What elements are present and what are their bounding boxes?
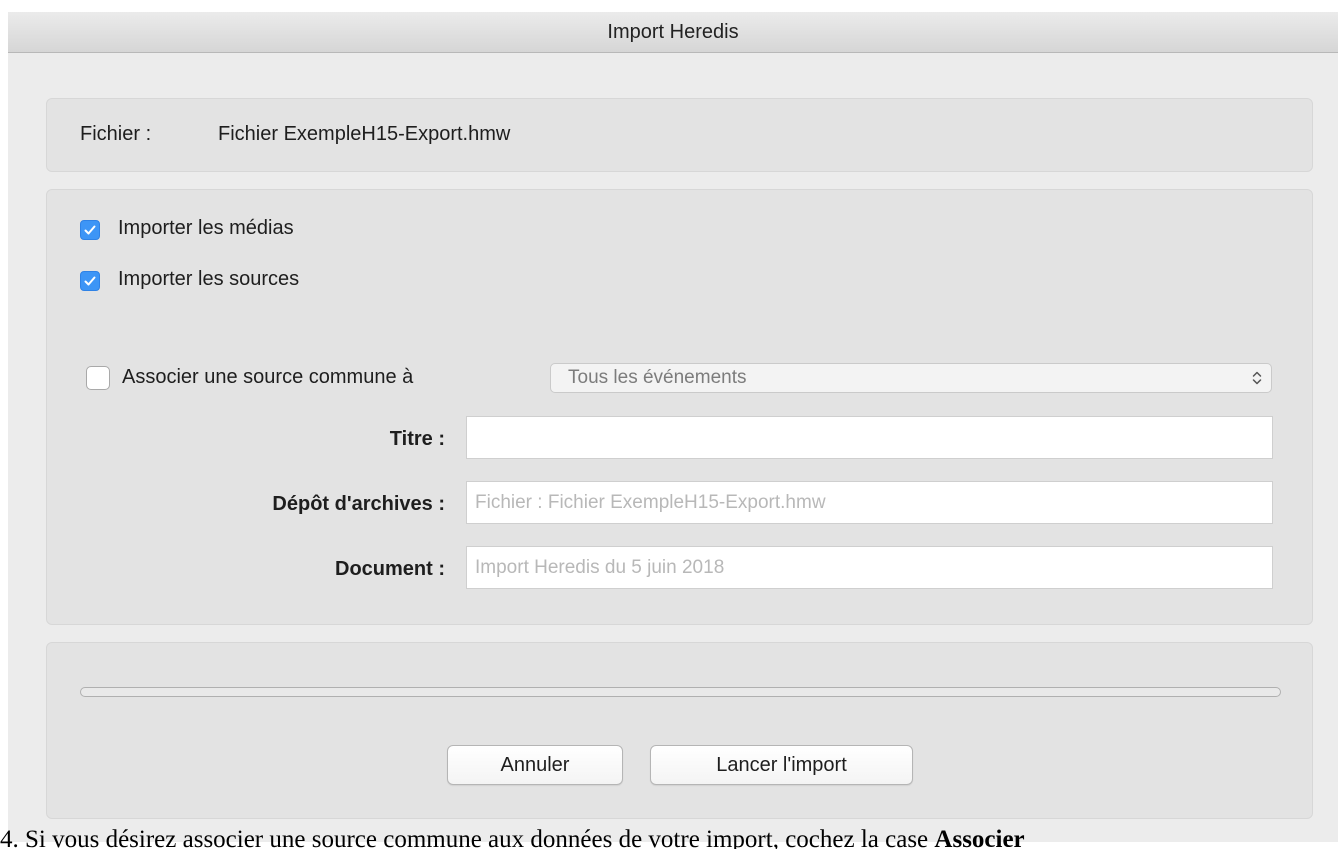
progress-bar: [80, 687, 1281, 697]
events-select-value: Tous les événements: [568, 367, 747, 388]
action-panel: Annuler Lancer l'import: [46, 642, 1313, 819]
instruction-caption: 4. Si vous désirez associer une source c…: [0, 820, 1338, 849]
file-name: Fichier ExempleH15-Export.hmw: [218, 123, 511, 145]
document-field: [466, 546, 1273, 589]
document-label: Document :: [335, 558, 445, 580]
archive-label: Dépôt d'archives :: [272, 493, 445, 515]
archive-input[interactable]: [467, 482, 1272, 523]
caption-text: 4. Si vous désirez associer une source c…: [0, 826, 935, 849]
checkmark-icon: [84, 276, 96, 286]
events-select[interactable]: Tous les événements: [550, 363, 1272, 393]
updown-chevron-icon: [1252, 371, 1262, 385]
import-media-checkbox[interactable]: [80, 220, 100, 240]
common-source-label: Associer une source commune à: [122, 366, 414, 388]
import-dialog: Import Heredis Fichier : Fichier Exemple…: [8, 12, 1338, 842]
import-sources-checkbox[interactable]: [80, 271, 100, 291]
options-panel: Importer les médias Importer les sources…: [46, 189, 1313, 625]
archive-field: [466, 481, 1273, 524]
title-input[interactable]: [467, 417, 1272, 458]
import-sources-label: Importer les sources: [118, 268, 300, 290]
start-import-button[interactable]: Lancer l'import: [650, 745, 913, 785]
file-panel: Fichier : Fichier ExempleH15-Export.hmw: [46, 98, 1313, 172]
common-source-checkbox[interactable]: [86, 366, 110, 390]
window-title: Import Heredis: [8, 12, 1338, 53]
title-field: [466, 416, 1273, 459]
file-label: Fichier :: [80, 123, 152, 145]
cancel-button[interactable]: Annuler: [447, 745, 623, 785]
title-label: Titre :: [389, 428, 445, 450]
caption-bold: Associer: [934, 826, 1025, 849]
import-media-label: Importer les médias: [118, 217, 294, 239]
document-input[interactable]: [467, 547, 1272, 588]
checkmark-icon: [84, 225, 96, 235]
